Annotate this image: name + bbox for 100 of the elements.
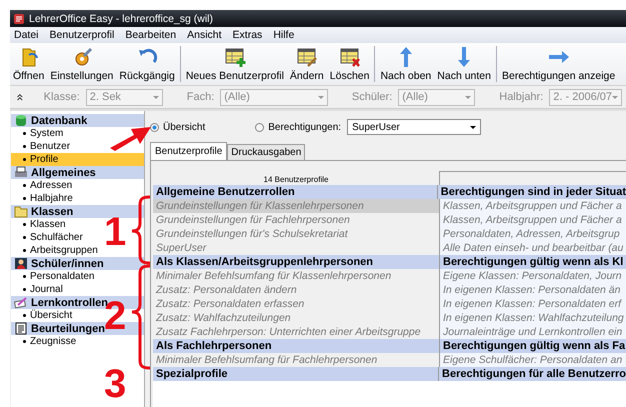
toolbar-button[interactable]: Einstellungen — [47, 46, 116, 82]
sidebar-item[interactable]: Arbeitsgruppen — [11, 244, 101, 257]
sidebar-section[interactable]: Schüler/innen — [11, 257, 144, 270]
table-cell: Eigene Klassen: Personaldaten, Journ — [440, 269, 626, 283]
table-row[interactable]: Grundeinstellungen für Fachlehrpersonen Klassen, Arbeitsgruppen und Fächer a — [153, 213, 626, 227]
sidebar-item[interactable]: Übersicht — [11, 309, 76, 322]
caret-icon — [470, 126, 476, 128]
table-cell: Berechtigungen gültig wenn als Fa — [440, 339, 626, 353]
sidebar-item[interactable]: System — [11, 127, 66, 140]
table-cell: In eigenen Klassen: Personaldaten än — [440, 283, 626, 297]
table-cell: Spezialprofile — [153, 367, 440, 381]
app-icon — [13, 12, 25, 24]
toolbar-button[interactable]: Nach unten — [434, 46, 494, 82]
person-icon — [14, 257, 28, 270]
toolbar-button[interactable]: Ändern — [286, 46, 327, 82]
tab[interactable]: Druckausgaben — [227, 144, 306, 160]
sidebar-item[interactable]: Journal — [11, 283, 66, 296]
filter-label: Schüler: — [352, 91, 392, 103]
table-cell: Eigene Schulfächer: Personaldaten an — [440, 353, 626, 367]
filter-label: Klasse: — [44, 91, 80, 103]
table-cell: Allgemeine Benutzerrollen — [153, 185, 438, 199]
filter-label: Fach: — [186, 91, 214, 103]
tab[interactable]: Benutzerprofile — [150, 142, 228, 160]
filter-label: Halbjahr: — [499, 91, 544, 103]
table-row[interactable]: Als Klassen/Arbeitsgruppenlehrpersonen Berechtigungen gültig wenn als Kl — [153, 255, 626, 269]
window-title: LehrerOffice Easy - lehreroffice_sg (wil) — [29, 12, 214, 24]
printer-icon — [14, 166, 28, 179]
table-row[interactable]: Zusatz: Personaldaten erfassen In eigenen Klassen: Personaldaten erf — [153, 297, 626, 311]
document-icon — [14, 322, 28, 335]
folder-icon — [14, 205, 28, 218]
sidebar-item[interactable]: Halbjahre — [11, 192, 76, 205]
caret-icon — [318, 96, 324, 98]
table-cell: Zusatz: Wahlfachzuteilungen — [153, 311, 440, 325]
toolbar-button[interactable]: Öffnen — [10, 46, 48, 82]
sidebar-section[interactable]: Allgemeines — [11, 166, 144, 179]
sidebar-item[interactable]: Klassen — [11, 218, 69, 231]
table-row[interactable]: Minimaler Befehlsumfang für Klassenlehrpersonen Eigene Klassen: Personaldaten, Journ — [153, 269, 626, 283]
table-cell: Minimaler Befehlsumfang für Klassenlehrpersonen — [153, 269, 440, 283]
pen-icon — [14, 296, 28, 309]
table-cell: Journaleinträge und Lernkontrollen ein — [440, 325, 626, 339]
table-cell: Grundeinstellungen für Klassenlehrpersonen — [153, 199, 440, 213]
menu-item[interactable]: Hilfe — [273, 29, 294, 41]
toolbar-button[interactable]: Neues Benutzerprofil — [182, 46, 287, 82]
sidebar-section[interactable]: Klassen — [11, 205, 144, 218]
annotation-number: 3 — [104, 364, 126, 404]
table-cell: Als Klassen/Arbeitsgruppenlehrpersonen — [153, 255, 440, 269]
sidebar-item[interactable]: Zeugnisse — [11, 335, 80, 348]
toolbar-button[interactable]: Berechtigungen anzeige — [498, 46, 618, 82]
table-row[interactable]: Zusatz Fachlehrperson: Unterrichten einer Arbeitsgruppe Journaleinträge und Lernkontrollen ein — [153, 325, 626, 339]
edit-icon — [294, 46, 319, 68]
delete-icon — [338, 46, 362, 68]
table-row[interactable]: Grundeinstellungen für Klassenlehrpersonen Klassen, Arbeitsgruppen und Fächer a — [153, 199, 626, 213]
sidebar-item[interactable]: Schulfächer — [11, 231, 86, 244]
column-header: 14 Benutzerprofile — [262, 174, 330, 185]
menu-item[interactable]: Benutzerprofil — [50, 29, 114, 41]
caret-icon — [465, 96, 472, 98]
table-cell: Grundeinstellungen für's Schulsekretariat — [153, 227, 440, 241]
radio-option[interactable]: Übersicht — [150, 122, 206, 132]
toolbar-button[interactable]: Rückgängig — [116, 46, 178, 82]
sidebar-item[interactable]: Profile — [11, 153, 144, 166]
sidebar-item[interactable]: Benutzer — [11, 140, 74, 153]
radio-option[interactable]: Berechtigungen: — [255, 122, 342, 132]
table-row[interactable]: Spezialprofile Berechtigungen für alle Benutzerro — [153, 367, 626, 381]
table-cell: Zusatz: Personaldaten erfassen — [153, 297, 440, 311]
table-row[interactable]: Grundeinstellungen für's Schulsekretariat Personaldaten, Adressen, Arbeitsgrup — [153, 227, 626, 241]
profile-dropdown[interactable]: SuperUser — [347, 119, 482, 135]
menu-item[interactable]: Bearbeiten — [125, 29, 176, 41]
collapse-icon[interactable] — [16, 92, 24, 102]
table-row[interactable]: Als Fachlehrpersonen Berechtigungen gültig wenn als Fa — [153, 339, 626, 353]
table-cell: Berechtigungen gültig wenn als Kl — [440, 255, 626, 269]
table-cell: Klassen, Arbeitsgruppen und Fächer a — [440, 199, 626, 213]
table-cell: Berechtigungen sind in jeder Situat — [438, 185, 626, 199]
caret-icon — [152, 96, 159, 98]
toolbar-button[interactable]: Löschen — [326, 46, 372, 82]
menu-item[interactable]: Ansicht — [187, 29, 222, 41]
menu-item[interactable]: Datei — [14, 29, 39, 41]
table-cell: Klassen, Arbeitsgruppen und Fächer a — [440, 213, 626, 227]
table-cell: Alle Daten einseh- und bearbeitbar (au — [440, 241, 626, 255]
sidebar-item[interactable]: Personaldaten — [11, 270, 98, 283]
table-cell: In eigenen Klassen: Wahlfachzuteilung — [440, 311, 626, 325]
table-cell: Zusatz Fachlehrperson: Unterrichten einer Arbeitsgruppe — [153, 325, 440, 339]
table-row[interactable]: Allgemeine Benutzerrollen Berechtigungen sind in jeder Situat — [153, 185, 626, 199]
table-cell: Minimaler Befehlsumfang für Fachlehrpersonen — [153, 353, 440, 367]
caret-icon — [612, 96, 618, 98]
table-row[interactable]: Zusatz: Wahlfachzuteilungen In eigenen Klassen: Wahlfachzuteilung — [153, 311, 626, 325]
table-cell: Grundeinstellungen für Fachlehrpersonen — [153, 213, 440, 227]
toolbar-button[interactable]: Nach oben — [377, 46, 434, 82]
table-row[interactable]: Zusatz: Personaldaten ändern In eigenen Klassen: Personaldaten än — [153, 283, 626, 297]
table-cell: Als Fachlehrpersonen — [153, 339, 440, 353]
table-row[interactable]: SuperUser Alle Daten einseh- und bearbeitbar (au — [153, 241, 626, 255]
menu-item[interactable]: Extras — [232, 29, 262, 41]
table-cell: Berechtigungen für alle Benutzerro — [439, 367, 626, 381]
table-cell: SuperUser — [153, 241, 440, 255]
table-row[interactable]: Minimaler Befehlsumfang für Fachlehrpersonen Eigene Schulfächer: Personaldaten an — [153, 353, 626, 367]
table-cell: Zusatz: Personaldaten ändern — [153, 283, 440, 297]
sidebar-item[interactable]: Adressen — [11, 179, 76, 192]
add-icon — [222, 46, 247, 68]
sidebar-section[interactable]: Datenbank — [11, 114, 144, 127]
database-icon — [14, 114, 28, 127]
table-cell: Personaldaten, Adressen, Arbeitsgrup — [440, 227, 626, 241]
